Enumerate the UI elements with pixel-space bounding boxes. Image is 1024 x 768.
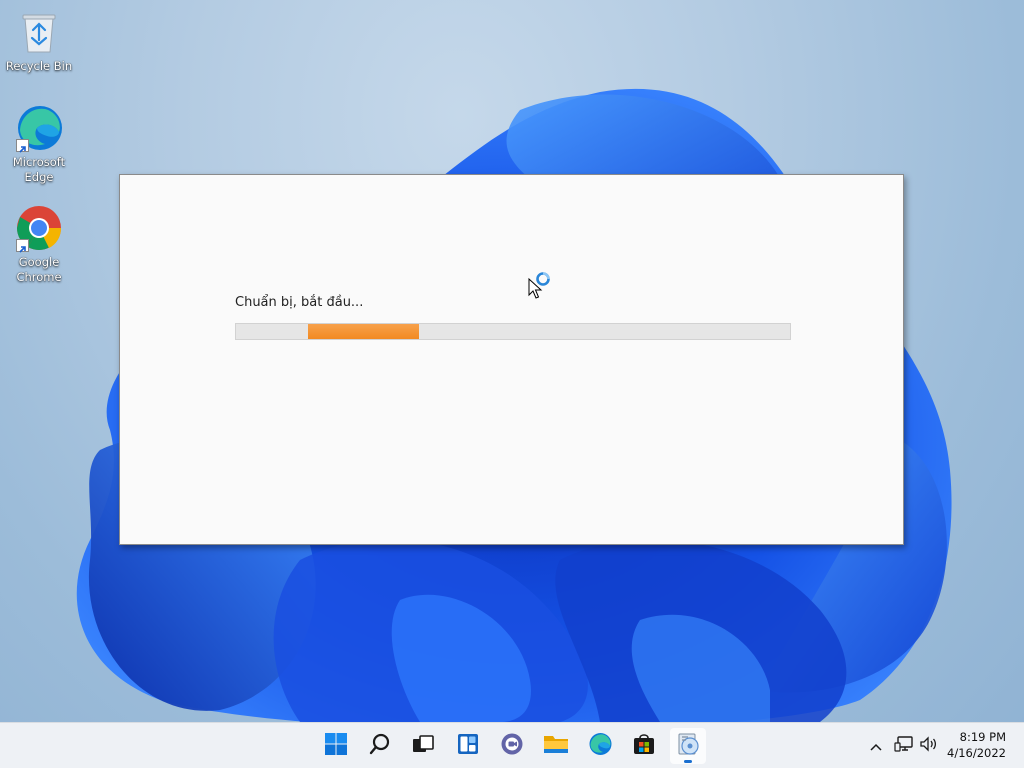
desktop-icon-microsoft-edge[interactable]: Microsoft Edge — [1, 104, 77, 185]
edge-icon — [588, 732, 612, 760]
progress-bar — [235, 323, 791, 340]
status-text: Chuẩn bị, bắt đầu... — [235, 295, 364, 310]
clock-date: 4/16/2022 — [947, 746, 1006, 760]
show-hidden-icons-button[interactable] — [866, 735, 886, 757]
volume-icon — [919, 735, 939, 757]
desktop-icon-label: Recycle Bin — [5, 59, 73, 73]
task-view-button[interactable] — [405, 728, 441, 764]
widgets-button[interactable] — [450, 728, 486, 764]
folder-icon — [543, 732, 569, 760]
store-icon — [632, 732, 656, 760]
network-button[interactable] — [893, 735, 915, 757]
active-app-indicator — [684, 760, 692, 763]
busy-cursor-icon — [527, 270, 553, 300]
desktop-icon-label: Google Chrome — [16, 255, 62, 284]
shortcut-arrow-icon — [16, 139, 29, 153]
taskbar: 8:19 PM 4/16/2022 — [0, 722, 1024, 768]
shortcut-arrow-icon — [16, 239, 29, 253]
desktop-icon-google-chrome[interactable]: Google Chrome — [1, 204, 77, 285]
network-icon — [894, 735, 914, 757]
search-icon — [368, 732, 392, 760]
progress-bar-fill — [308, 324, 419, 339]
recycle-bin-icon — [15, 8, 63, 56]
search-button[interactable] — [362, 728, 398, 764]
file-explorer-button[interactable] — [538, 728, 574, 764]
volume-button[interactable] — [918, 735, 940, 757]
chrome-icon — [15, 204, 63, 253]
chat-button[interactable] — [494, 728, 530, 764]
installer-icon — [675, 731, 701, 761]
edge-icon — [15, 104, 63, 153]
desktop-icon-label: Microsoft Edge — [12, 155, 66, 184]
chevron-up-icon — [869, 737, 883, 756]
windows-start-icon — [324, 732, 348, 760]
start-button[interactable] — [318, 728, 354, 764]
store-button[interactable] — [626, 728, 662, 764]
clock[interactable]: 8:19 PM 4/16/2022 — [947, 729, 1006, 761]
widgets-icon — [456, 732, 480, 760]
installer-dialog: Chuẩn bị, bắt đầu... — [119, 174, 904, 545]
task-view-icon — [411, 732, 435, 760]
desktop-icon-recycle-bin[interactable]: Recycle Bin — [1, 8, 77, 74]
teams-chat-icon — [500, 732, 524, 760]
edge-taskbar-button[interactable] — [582, 728, 618, 764]
clock-time: 8:19 PM — [959, 730, 1006, 744]
installer-taskbar-button[interactable] — [670, 728, 706, 764]
